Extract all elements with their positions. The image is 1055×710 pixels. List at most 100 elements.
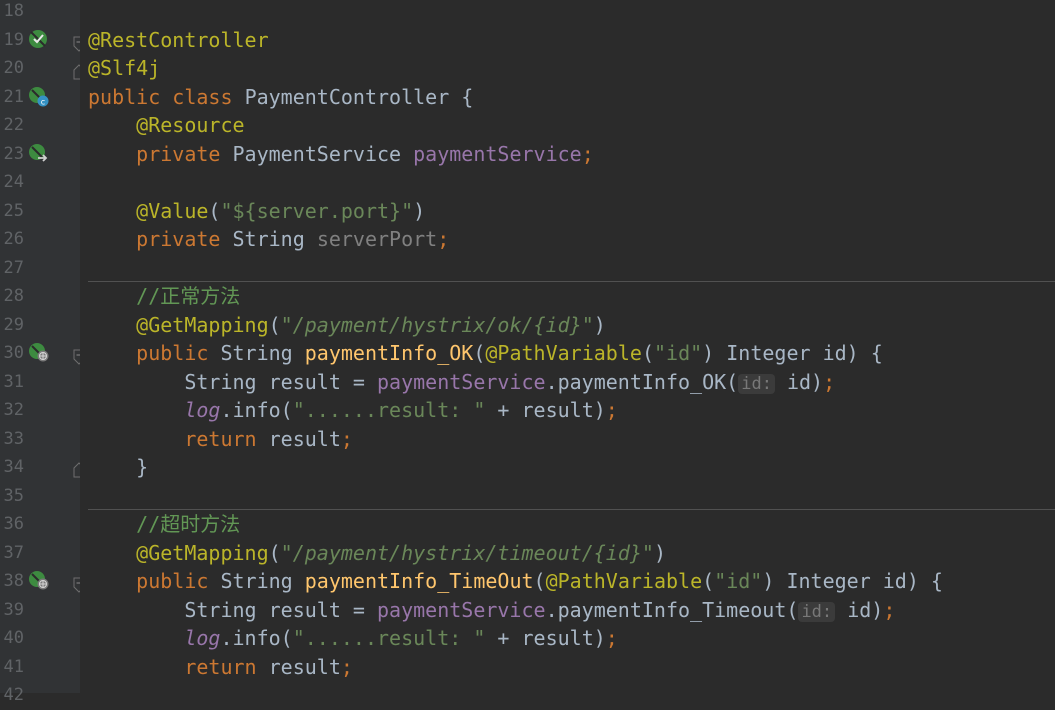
- paren: (: [473, 341, 486, 365]
- spring-bean-check-icon[interactable]: [27, 28, 49, 50]
- paren: ): [593, 312, 606, 337]
- keyword: return: [184, 654, 257, 679]
- semicolon: ;: [605, 626, 618, 650]
- spring-bean-class-icon[interactable]: c: [27, 85, 49, 107]
- method-name: paymentInfo_TimeOut: [304, 569, 534, 593]
- string-literal: "/payment/hystrix/ok/{id}": [280, 312, 594, 337]
- line-number: 27: [3, 257, 24, 278]
- brace: }: [136, 455, 149, 479]
- semicolon: ;: [883, 597, 896, 622]
- annotation: @PathVariable: [485, 341, 642, 365]
- annotation: @GetMapping: [136, 540, 269, 565]
- code-text: String result =: [184, 597, 377, 622]
- line-number: 20: [3, 58, 24, 78]
- line-number: 42: [3, 685, 24, 705]
- semicolon: ;: [605, 398, 618, 422]
- line-number: 21: [3, 86, 24, 107]
- line-number: 41: [3, 656, 24, 677]
- code-line-20: @Slf4j: [88, 54, 160, 83]
- code-line-23: private PaymentService paymentService;: [88, 140, 594, 169]
- comment: //超时方法: [136, 512, 241, 536]
- log-field: log: [184, 398, 221, 422]
- annotation: @Value: [136, 198, 209, 223]
- code-text: String result =: [184, 369, 377, 394]
- code-line-37: @GetMapping("/payment/hystrix/timeout/{i…: [88, 539, 666, 568]
- annotation: @Slf4j: [88, 56, 161, 80]
- code-line-29: @GetMapping("/payment/hystrix/ok/{id}"): [88, 311, 606, 340]
- svg-text:c: c: [41, 98, 45, 107]
- code-line-40: log.info("......result: " + result);: [88, 624, 618, 653]
- line-number: 33: [3, 428, 24, 449]
- line-number: 24: [3, 172, 24, 192]
- code-line-32: log.info("......result: " + result);: [88, 396, 618, 425]
- paren: ): [413, 198, 426, 223]
- code-line-30: public String paymentInfo_OK(@PathVariab…: [88, 339, 883, 368]
- code-text: .info(: [220, 626, 293, 650]
- paren: ): [653, 540, 666, 565]
- annotation: @Resource: [136, 113, 245, 137]
- paren: (: [268, 540, 281, 565]
- field-name: serverPort: [316, 227, 438, 251]
- line-number: 28: [3, 286, 24, 306]
- keyword: public: [136, 569, 209, 593]
- line-number: 19: [3, 29, 24, 50]
- keyword: public: [136, 341, 209, 365]
- semicolon: ;: [340, 654, 353, 679]
- code-line-19: @RestController: [88, 26, 269, 55]
- annotation: @GetMapping: [136, 312, 269, 337]
- line-number: 18: [3, 1, 24, 21]
- spring-bean-inject-icon[interactable]: [27, 142, 49, 164]
- field-name: paymentService: [376, 369, 546, 394]
- keyword: class: [172, 84, 233, 109]
- code-line-33: return result;: [88, 425, 353, 454]
- code-text: + result): [485, 626, 606, 650]
- annotation: @PathVariable: [545, 569, 703, 593]
- code-line-31: String result = paymentService.paymentIn…: [88, 368, 835, 397]
- string-literal: "id": [714, 569, 763, 593]
- line-number: 35: [3, 485, 24, 506]
- type-name: String: [232, 227, 305, 251]
- code-text: .info(: [220, 398, 293, 422]
- line-number: 34: [3, 457, 24, 477]
- paren: (: [268, 312, 281, 337]
- parameter-hint: id:: [738, 373, 775, 394]
- type-name: String: [220, 569, 293, 593]
- parameter-hint: id:: [798, 601, 836, 622]
- keyword: return: [184, 426, 257, 451]
- code-text: .paymentInfo_Timeout(: [545, 597, 799, 622]
- comment: //正常方法: [136, 284, 241, 308]
- log-field: log: [184, 626, 221, 650]
- line-number: 39: [3, 599, 24, 620]
- spring-web-endpoint-icon[interactable]: [27, 569, 49, 591]
- keyword: private: [136, 227, 221, 251]
- code-text: + result): [485, 398, 606, 422]
- brace: {: [449, 84, 474, 109]
- paren: (: [702, 569, 715, 593]
- string-literal: "......result: ": [292, 398, 486, 422]
- type-name: String: [220, 341, 293, 365]
- code-line-36: //超时方法: [88, 510, 240, 539]
- code-line-25: @Value("${server.port}"): [88, 197, 425, 226]
- code-text: result: [256, 426, 341, 451]
- line-number: 30: [3, 343, 24, 363]
- string-literal: "......result: ": [292, 626, 486, 650]
- code-editor[interactable]: @RestController @Slf4j public class Paym…: [80, 0, 1055, 693]
- code-line-28: //正常方法: [88, 282, 240, 311]
- editor-gutter: 18 19 20 21 22 23 24 25 26 27 28 29 30 3…: [0, 0, 85, 705]
- line-number: 26: [3, 229, 24, 249]
- code-text: result: [256, 654, 341, 679]
- line-number: 38: [3, 571, 24, 591]
- semicolon: ;: [437, 227, 450, 251]
- method-name: paymentInfo_OK: [304, 341, 474, 365]
- spring-web-endpoint-icon[interactable]: [27, 341, 49, 363]
- paren: (: [533, 569, 546, 593]
- line-number: 22: [3, 115, 24, 135]
- string-literal: "${server.port}": [220, 198, 414, 223]
- paren: (: [208, 198, 221, 223]
- field-name: paymentService: [413, 141, 582, 166]
- code-line-26: private String serverPort;: [88, 225, 449, 254]
- code-text: id): [774, 369, 824, 394]
- params: ) Integer id) {: [702, 341, 883, 365]
- code-line-34: }: [88, 453, 148, 482]
- code-line-22: @Resource: [88, 111, 245, 140]
